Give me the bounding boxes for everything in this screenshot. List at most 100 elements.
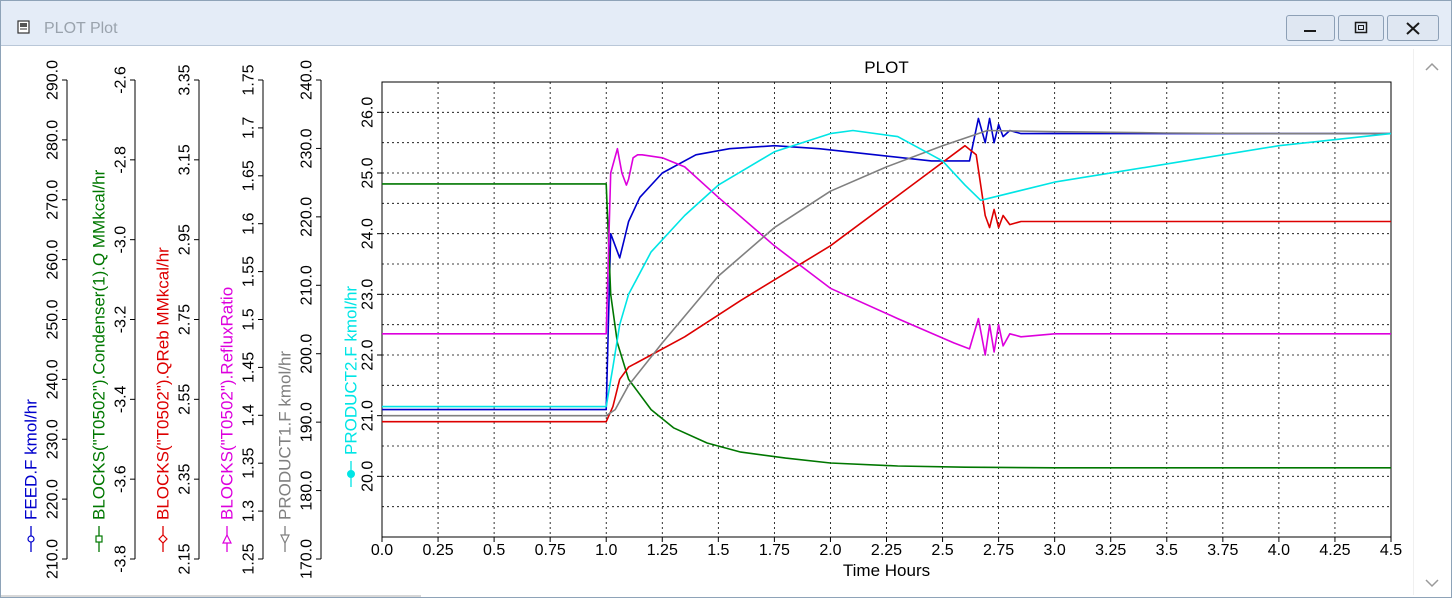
axis-tick-label: -3.6: [113, 465, 130, 493]
axis-tick-label: 220.0: [299, 197, 316, 237]
x-tick-label: 2.0: [819, 542, 841, 559]
legend-marker-circle: [27, 535, 35, 543]
x-tick-label: 1.0: [595, 542, 617, 559]
axis-label: BLOCKS("T0502").QReb MMkcal/hr: [154, 247, 173, 520]
axis-tick-label: 1.25: [241, 543, 258, 574]
axis-tick-label: 3.15: [177, 144, 194, 175]
axis-tick-label: 1.3: [241, 500, 258, 522]
axis-tick-label: -3.2: [113, 306, 130, 334]
x-tick-label: 0.0: [371, 542, 393, 559]
axis-tick-label: 3.35: [177, 64, 194, 95]
maximize-icon: [1354, 21, 1368, 34]
x-tick-label: 2.5: [931, 542, 953, 559]
axis-tick-label: 260.0: [45, 240, 62, 280]
axis-tick-label: 170.0: [299, 539, 316, 579]
legend-marker-triangle-up: [222, 533, 232, 544]
axis-tick-label: 280.0: [45, 120, 62, 160]
minimize-button[interactable]: [1286, 15, 1335, 41]
axis-tick-label: 22.0: [360, 339, 377, 370]
x-tick-label: 3.75: [1207, 542, 1238, 559]
axis-tick-label: -2.6: [113, 66, 130, 94]
grid-lines: [382, 82, 1391, 537]
axis-tick-label: 240.0: [45, 359, 62, 399]
chart-title: PLOT: [864, 58, 908, 77]
axis-label: FEED.F kmol/hr: [22, 399, 41, 520]
title-bar[interactable]: PLOT Plot: [1, 1, 1451, 46]
left-axis-4: 1.25 1.3 1.35 1.4 1.45 1.5 1.55 1.6 1.65 1.7 1.75 B…: [218, 64, 264, 575]
axis-tick-label: 200.0: [299, 334, 316, 374]
close-icon: [1406, 22, 1420, 35]
chevron-down-icon[interactable]: [1414, 571, 1450, 595]
axis-tick-label: -3.4: [113, 385, 130, 413]
left-axis-1: 210.0 220.0 230.0 240.0 250.0 260.0 270.0 280.0…: [22, 60, 68, 579]
x-tick-label: 4.0: [1268, 542, 1290, 559]
axis-tick-label: 250.0: [45, 299, 62, 339]
x-tick-label: 4.5: [1380, 542, 1402, 559]
axis-tick-label: 1.35: [241, 448, 258, 479]
series-line-4: [382, 147, 1391, 356]
series-line-2: [382, 183, 1391, 469]
x-axis-label: Time Hours: [843, 561, 930, 580]
axis-tick-label: 25.0: [360, 157, 377, 188]
close-button[interactable]: [1387, 15, 1439, 41]
axis-tick-label: 2.35: [177, 463, 194, 494]
axis-tick-label: 1.65: [241, 160, 258, 191]
axis-tick-label: 230.0: [299, 128, 316, 168]
left-axis-3: 2.15 2.35 2.55 2.75 2.95 3.15 3.35 BLOCKS("T050…: [154, 64, 200, 575]
axis-tick-label: 2.55: [177, 384, 194, 415]
vertical-scrollbar[interactable]: [1413, 49, 1450, 595]
legend-marker-triangle-down: [280, 534, 290, 545]
axis-tick-label: 1.7: [241, 117, 258, 139]
x-tick-label: 0.75: [535, 542, 566, 559]
left-axis-2: -3.8 -3.6 -3.4 -3.2 -3.0 -2.8 -2.6 BLOCKS("T050…: [90, 66, 136, 573]
axis-label: PRODUCT1.F kmol/hr: [276, 351, 295, 520]
axis-tick-label: 270.0: [45, 180, 62, 220]
x-tick-label: 2.75: [983, 542, 1014, 559]
axis-tick-label: 21.0: [360, 400, 377, 431]
axis-tick-label: 220.0: [45, 479, 62, 519]
legend-marker-diamond: [158, 534, 168, 544]
legend-marker-square: [95, 535, 103, 543]
axis-tick-label: 26.0: [360, 97, 377, 128]
x-tick-label: 4.25: [1319, 542, 1350, 559]
x-tick-label: 0.5: [483, 542, 505, 559]
axis-tick-label: 20.0: [360, 461, 377, 492]
axis-tick-label: 1.5: [241, 308, 258, 330]
axis-tick-label: -2.8: [113, 146, 130, 174]
chevron-up-icon[interactable]: [1414, 55, 1450, 79]
axis-tick-label: 210.0: [299, 265, 316, 305]
axis-tick-label: 1.55: [241, 256, 258, 287]
axis-tick-label: 23.0: [360, 279, 377, 310]
x-tick-label: 2.25: [871, 542, 902, 559]
x-tick-label: 3.25: [1095, 542, 1126, 559]
plot-window: PLOT Plot PLOT 0.0 0.25 0.5 0.75 1.0 1.25 1.5 1.…: [0, 0, 1452, 598]
window-app-icon[interactable]: [17, 20, 31, 34]
legend-marker-filled-circle: [347, 470, 355, 478]
x-tick-label: 1.75: [759, 542, 790, 559]
axis-label: PRODUCT2.F kmol/hr: [342, 286, 361, 455]
axis-tick-label: 230.0: [45, 419, 62, 459]
x-tick-label: 0.25: [422, 542, 453, 559]
axis-tick-label: 24.0: [360, 218, 377, 249]
axis-label: BLOCKS("T0502").Condenser(1).Q MMkcal/hr: [90, 169, 109, 520]
left-axis-6: 20.0 21.0 22.0 23.0 24.0 25.0 26.0 PRODUCT2.F k…: [342, 97, 382, 492]
axis-tick-label: 2.15: [177, 543, 194, 574]
x-tick-label: 3.0: [1044, 542, 1066, 559]
axis-tick-label: -3.8: [113, 545, 130, 573]
axis-label: BLOCKS("T0502").RefluxRatio: [218, 287, 237, 520]
maximize-button[interactable]: [1338, 15, 1384, 41]
axis-tick-label: 190.0: [299, 402, 316, 442]
x-tick-label: 3.5: [1156, 542, 1178, 559]
axis-tick-label: 1.4: [241, 404, 258, 426]
x-tick-label: 1.25: [647, 542, 678, 559]
minimize-icon: [1304, 30, 1316, 32]
window-title: PLOT Plot: [44, 20, 118, 37]
axis-tick-label: 240.0: [299, 60, 316, 100]
axis-tick-label: 1.6: [241, 212, 258, 234]
axis-tick-label: 2.95: [177, 224, 194, 255]
axis-tick-label: 290.0: [45, 60, 62, 100]
axis-tick-label: 1.45: [241, 352, 258, 383]
x-tick-label: 1.5: [707, 542, 729, 559]
axis-tick-label: 180.0: [299, 470, 316, 510]
x-axis-ticks: 0.0 0.25 0.5 0.75 1.0 1.25 1.5 1.75 2.0 2.25 2.5 2.…: [371, 537, 1402, 559]
